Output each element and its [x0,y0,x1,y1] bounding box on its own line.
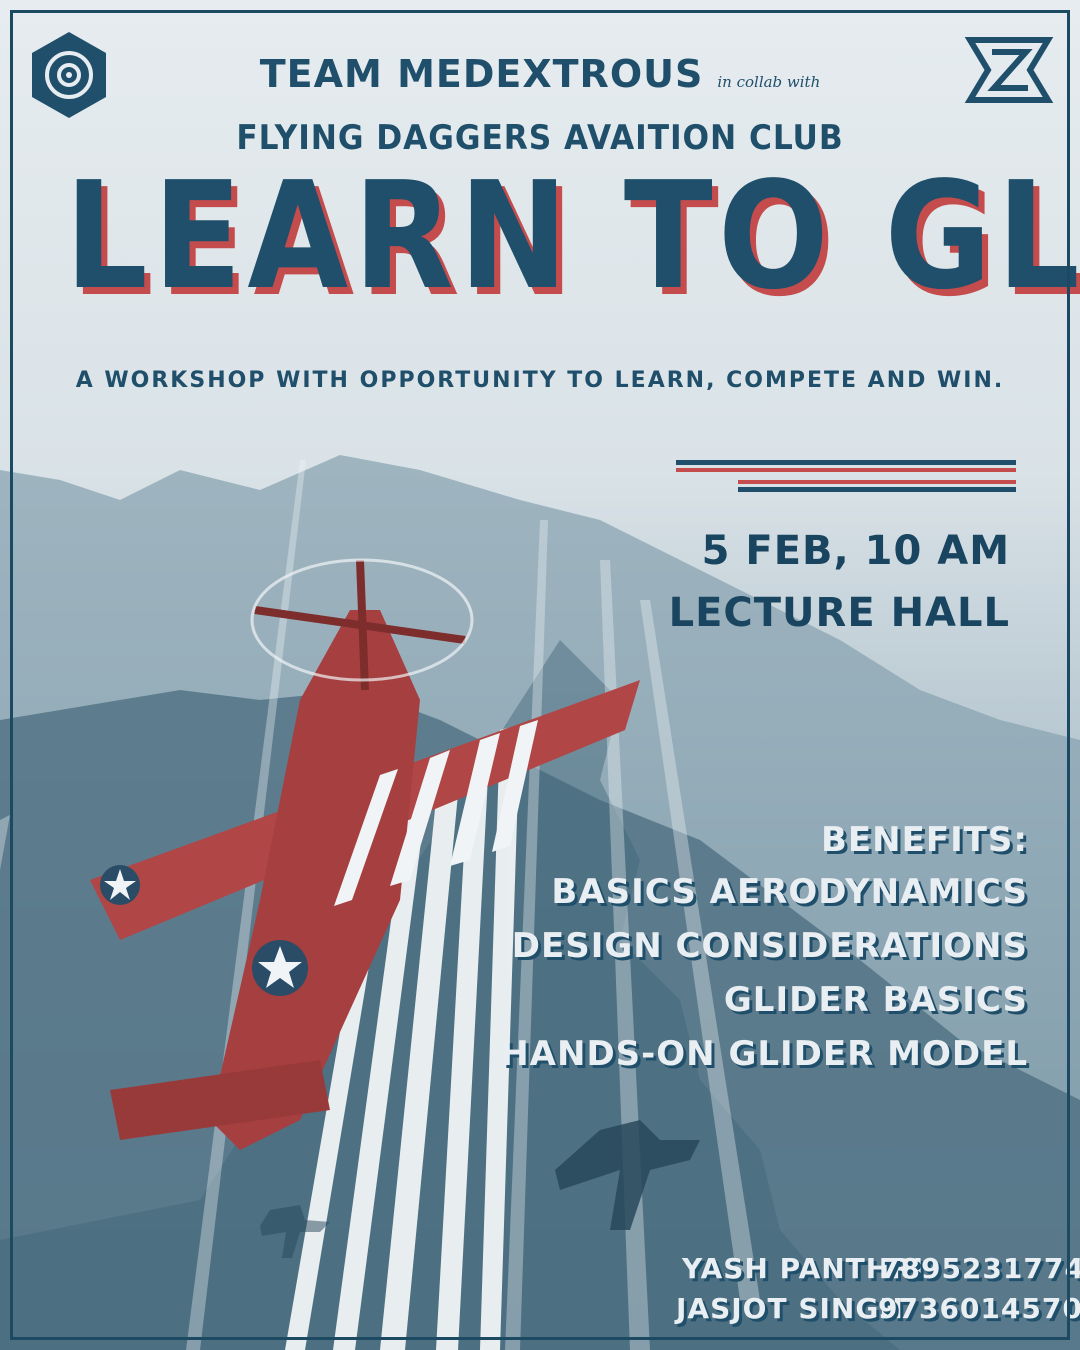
divider-top [676,460,1016,465]
contact-phone: 7895231774 [880,1252,1080,1285]
benefit-item: HANDS-ON GLIDER MODEL [500,1034,1028,1074]
poster-title: LEARN TO GLIDE [64,150,1080,322]
event-date-time: 5 FEB, 10 AM [701,528,1010,574]
divider-bottom-red [738,480,1016,484]
benefit-item: GLIDER BASICS [723,980,1028,1020]
benefit-item: BASICS AERODYNAMICS [551,872,1028,912]
collab-label: in collab with [717,73,821,91]
contact-name: JASJOT SINGH [676,1292,904,1325]
divider-bottom [738,487,1016,492]
event-venue: LECTURE HALL [668,590,1010,636]
divider-top-red [676,468,1016,472]
poster-subtitle: A WORKSHOP WITH OPPORTUNITY TO LEARN, CO… [75,368,1005,393]
event-poster: TEAM MEDEXTROUS in collab with FLYING DAG… [0,0,1080,1350]
benefit-item: DESIGN CONSIDERATIONS [511,926,1028,966]
team-label: TEAM MEDEXTROUS [259,52,704,96]
benefits-heading: BENEFITS: [821,820,1028,860]
contact-phone: 9736014570 [878,1292,1080,1325]
team-name: TEAM MEDEXTROUS in collab with [0,52,1080,96]
